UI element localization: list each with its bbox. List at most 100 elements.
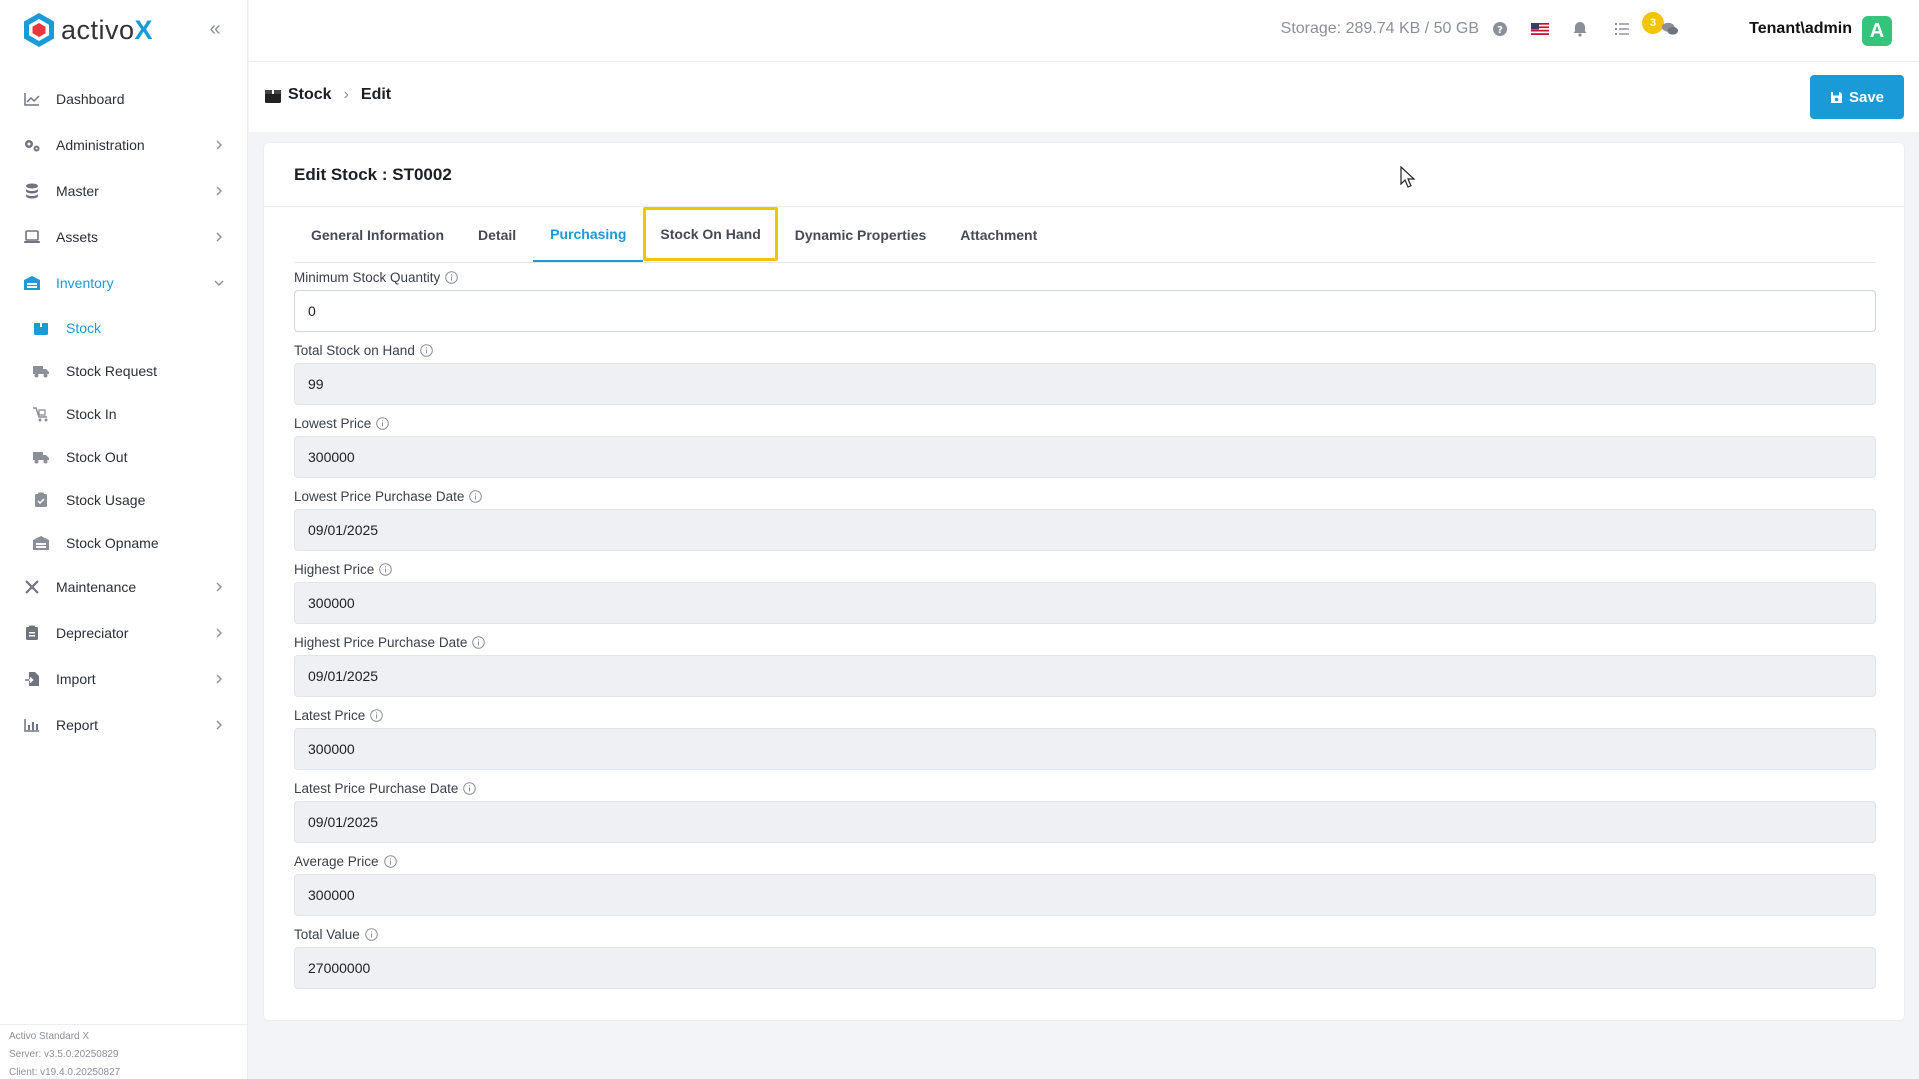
sidebar-subitem-stock-request[interactable]: Stock Request: [0, 349, 248, 392]
bell-icon[interactable]: [1571, 20, 1589, 38]
purchasing-form: Minimum Stock Quantity Total Stock on Ha…: [294, 267, 1876, 997]
sidebar-subitem-stock-in[interactable]: Stock In: [0, 392, 248, 435]
us-flag-icon[interactable]: [1531, 20, 1549, 38]
user-name[interactable]: Tenant\admin: [1749, 20, 1852, 38]
sidebar-item-label: Dashboard: [56, 91, 125, 107]
minimum-stock-quantity-input[interactable]: [294, 290, 1876, 332]
field-label: Minimum Stock Quantity: [294, 267, 1876, 287]
edit-stock-card: Edit Stock : ST0002 General Information …: [263, 142, 1905, 1021]
sidebar-item-assets[interactable]: Assets: [0, 214, 248, 260]
chevron-right-icon: [216, 186, 222, 196]
info-icon[interactable]: [445, 270, 459, 284]
sidebar-item-report[interactable]: Report: [0, 702, 248, 748]
info-icon[interactable]: [383, 854, 397, 868]
sidebar-subitem-stock-out[interactable]: Stock Out: [0, 435, 248, 478]
info-icon[interactable]: [472, 635, 486, 649]
help-icon[interactable]: ?: [1491, 20, 1509, 38]
chevron-right-icon: [216, 720, 222, 730]
average-price-input: [294, 874, 1876, 916]
clipboard-check-icon: [32, 491, 50, 509]
field-label: Lowest Price Purchase Date: [294, 486, 1876, 506]
field-total-value: Total Value: [294, 924, 1876, 997]
database-icon: [22, 181, 42, 201]
info-icon[interactable]: [376, 416, 390, 430]
sidebar-item-label: Depreciator: [56, 625, 129, 641]
sidebar-item-label: Administration: [56, 137, 145, 153]
sidebar-item-label: Stock In: [66, 405, 117, 422]
page-title: Edit Stock : ST0002: [264, 143, 1904, 207]
sidebar-item-import[interactable]: Import: [0, 656, 248, 702]
mouse-cursor-icon: [1400, 166, 1416, 188]
tab-purchasing[interactable]: Purchasing: [533, 207, 644, 262]
floppy-disk-icon: [1830, 91, 1842, 103]
info-icon[interactable]: [370, 708, 384, 722]
box-icon: [32, 319, 50, 337]
tab-attachment[interactable]: Attachment: [943, 207, 1054, 262]
task-list-icon[interactable]: [1613, 20, 1631, 38]
tab-stock-on-hand[interactable]: Stock On Hand: [643, 207, 778, 261]
app-logo[interactable]: activoX: [22, 12, 153, 48]
sidebar-item-label: Import: [56, 671, 96, 687]
latest-price-purchase-date-input: [294, 801, 1876, 843]
field-label: Average Price: [294, 851, 1876, 871]
sidebar-item-label: Stock Usage: [66, 491, 146, 508]
field-label: Latest Price: [294, 705, 1876, 725]
info-icon[interactable]: [463, 781, 477, 795]
info-icon[interactable]: [469, 489, 483, 503]
sidebar-item-dashboard[interactable]: Dashboard: [0, 76, 248, 122]
warehouse-icon: [32, 534, 50, 552]
avatar[interactable]: A: [1862, 16, 1892, 46]
highest-price-input: [294, 582, 1876, 624]
server-version: Server: v3.5.0.20250829: [9, 1049, 119, 1060]
breadcrumb-bar: Stock › Edit Save: [249, 62, 1919, 132]
info-icon[interactable]: [364, 927, 378, 941]
sidebar-item-inventory[interactable]: Inventory: [0, 260, 248, 306]
sidebar-item-label: Master: [56, 183, 99, 199]
chevron-right-icon: [216, 582, 222, 592]
tab-dynamic-properties[interactable]: Dynamic Properties: [778, 207, 944, 262]
field-label: Total Value: [294, 924, 1876, 944]
tab-detail[interactable]: Detail: [461, 207, 533, 262]
lowest-price-input: [294, 436, 1876, 478]
sidebar-item-depreciator[interactable]: Depreciator: [0, 610, 248, 656]
chat-icon[interactable]: [1661, 20, 1679, 38]
chevron-right-icon: [216, 674, 222, 684]
logo-text: activoX: [61, 14, 154, 45]
sidebar-item-administration[interactable]: Administration: [0, 122, 248, 168]
chevron-down-icon: [214, 280, 224, 286]
clipboard-icon: [22, 623, 42, 643]
warehouse-icon: [22, 273, 42, 293]
field-label: Highest Price: [294, 559, 1876, 579]
info-icon[interactable]: [379, 562, 393, 576]
cart-in-icon: [32, 405, 50, 423]
tab-general-information[interactable]: General Information: [294, 207, 461, 262]
sidebar-subitem-stock[interactable]: Stock: [0, 306, 248, 349]
sidebar-item-label: Inventory: [56, 275, 114, 291]
storage-usage: Storage: 289.74 KB / 50 GB: [1280, 20, 1479, 37]
info-icon[interactable]: [420, 343, 433, 357]
sidebar-subitem-stock-usage[interactable]: Stock Usage: [0, 478, 248, 521]
total-value-input: [294, 947, 1876, 989]
sidebar-subitem-stock-opname[interactable]: Stock Opname: [0, 521, 248, 564]
breadcrumb-current: Edit: [360, 86, 392, 103]
sidebar-item-master[interactable]: Master: [0, 168, 248, 214]
field-latest-price-purchase-date: Latest Price Purchase Date: [294, 778, 1876, 851]
client-version: Client: v19.4.0.20250827: [9, 1067, 121, 1078]
field-label: Highest Price Purchase Date: [294, 632, 1876, 652]
tools-icon: [22, 577, 42, 597]
save-button-label: Save: [1848, 88, 1885, 106]
collapse-sidebar-icon[interactable]: «: [204, 18, 226, 40]
breadcrumb-root[interactable]: Stock: [288, 86, 332, 104]
field-label: Total Stock on Hand: [294, 340, 1876, 360]
sidebar-item-label: Maintenance: [56, 579, 137, 595]
sidebar: activoX « Dashboard Administration Maste…: [0, 0, 248, 1079]
sidebar-item-maintenance[interactable]: Maintenance: [0, 564, 248, 610]
save-button[interactable]: Save: [1810, 75, 1904, 119]
svg-text:?: ?: [1497, 25, 1503, 36]
sidebar-item-label: Stock Request: [66, 362, 158, 379]
chevron-right-icon: [216, 140, 222, 150]
field-highest-price: Highest Price: [294, 559, 1876, 632]
file-import-icon: [22, 669, 42, 689]
sidebar-item-label: Report: [56, 717, 99, 733]
field-minimum-stock-quantity: Minimum Stock Quantity: [294, 267, 1876, 340]
